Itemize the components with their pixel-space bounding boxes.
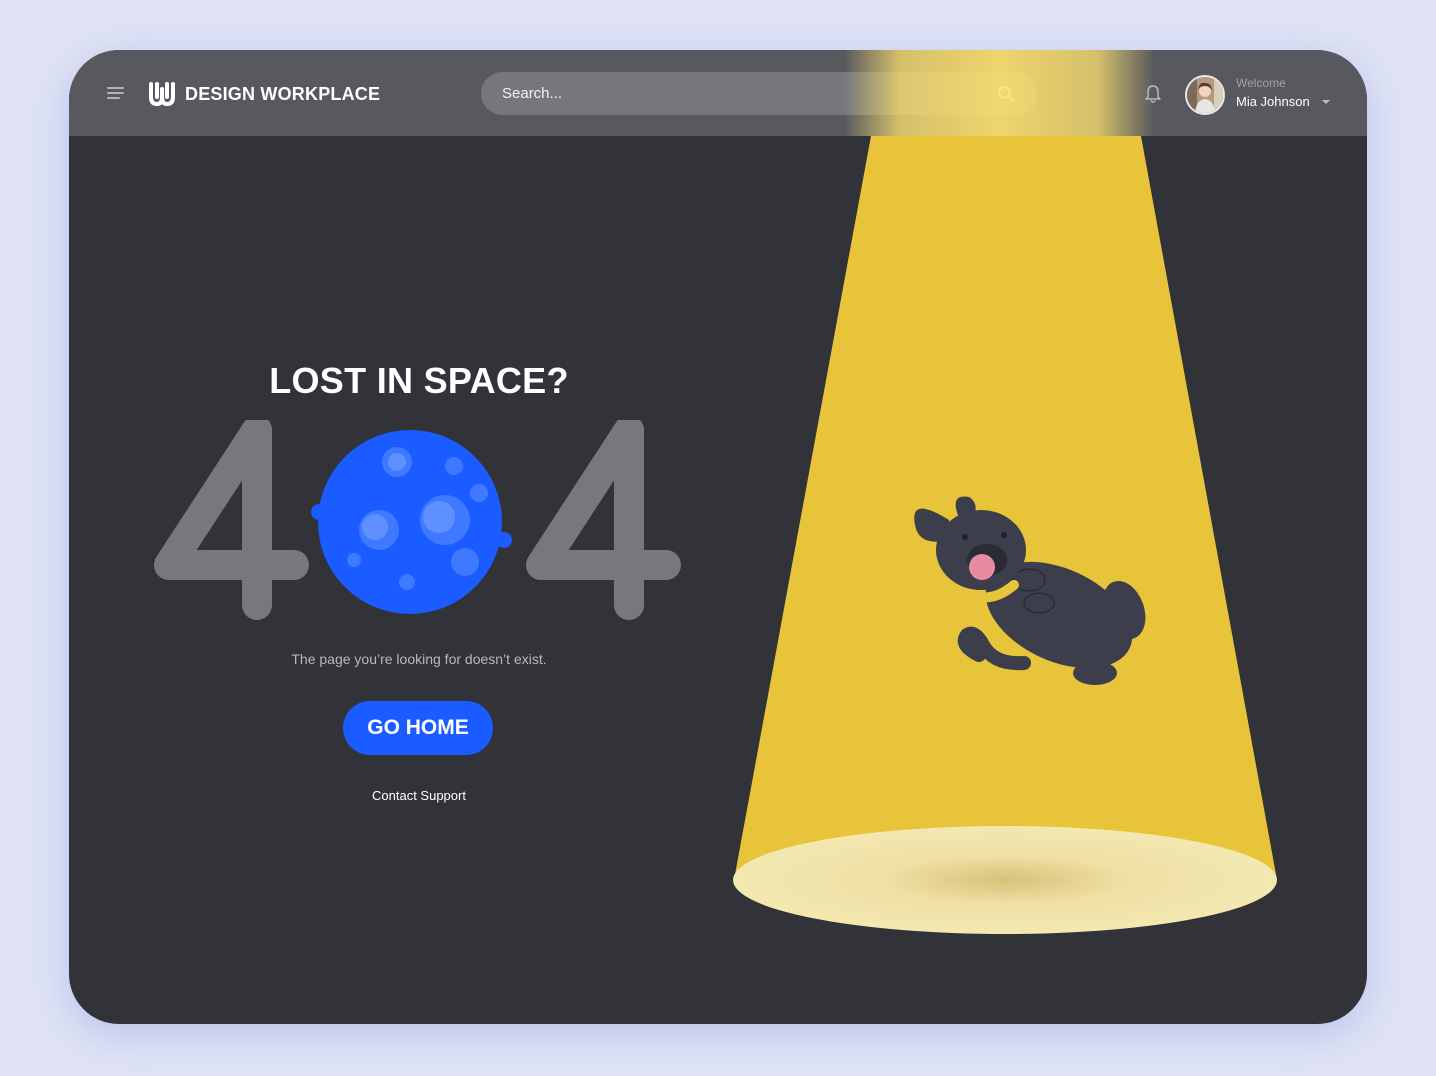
digit-four-right [526,420,681,620]
user-menu[interactable]: Welcome Mia Johnson [1236,76,1331,111]
avatar-photo [1187,77,1223,113]
error-message: The page you’re looking for doesn’t exis… [291,651,547,667]
moon-icon [311,430,512,614]
bell-icon[interactable] [1144,84,1162,104]
welcome-label: Welcome [1236,76,1286,90]
search-bar [481,72,1037,115]
hamburger-menu-icon[interactable] [107,87,124,100]
go-home-button[interactable]: GO HOME [343,701,493,755]
contact-support-link[interactable]: Contact Support [149,788,689,803]
user-name: Mia Johnson [1236,94,1310,109]
search-icon[interactable] [997,85,1015,103]
chevron-down-icon[interactable] [1322,99,1331,104]
error-code-graphic [154,420,681,620]
app-window: DESIGN WORKPLACE Welcom [69,50,1367,1024]
top-navigation-bar: DESIGN WORKPLACE Welcom [69,50,1367,136]
design-workplace-logo-icon [149,82,175,106]
brand-name: DESIGN WORKPLACE [185,83,381,104]
avatar[interactable] [1185,75,1225,115]
search-input[interactable] [481,72,981,115]
digit-four-left [154,420,309,620]
floating-dog-illustration [914,496,1146,685]
brand-logo[interactable]: DESIGN WORKPLACE [147,80,380,108]
error-content: LOST IN SPACE? The page you’re looking f… [149,350,689,830]
page-title: LOST IN SPACE? [269,360,569,401]
